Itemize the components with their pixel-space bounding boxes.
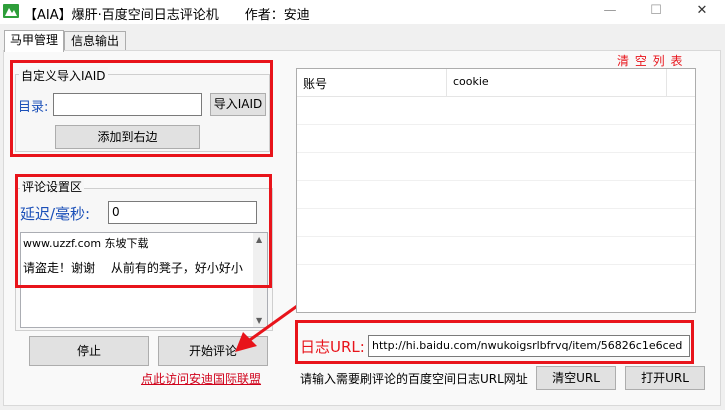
column-account-label: 账号 xyxy=(303,77,328,91)
clear-url-button[interactable]: 清空URL xyxy=(536,366,616,390)
column-cookie[interactable]: cookie xyxy=(447,69,667,96)
column-account[interactable]: 账号 xyxy=(297,69,447,96)
title-bar: 【AIA】爆肝·百度空间日志评论机 作者：安迪 — ☐ ✕ xyxy=(0,0,725,24)
window-title: 【AIA】爆肝·百度空间日志评论机 作者：安迪 xyxy=(24,8,310,23)
highlight-box-comment xyxy=(15,174,272,288)
app-icon xyxy=(3,4,19,18)
list-row-empty xyxy=(297,153,695,181)
account-list[interactable]: 账号 cookie xyxy=(296,68,696,313)
maximize-button[interactable]: ☐ xyxy=(633,0,679,24)
account-list-header: 账号 cookie xyxy=(297,69,695,97)
minimize-button[interactable]: — xyxy=(587,0,633,24)
list-row-empty xyxy=(297,181,695,209)
visit-alliance-link[interactable]: 点此访问安迪国际联盟 xyxy=(141,370,261,387)
url-hint: 请输入需要刷评论的百度空间日志URL网址 xyxy=(300,372,528,386)
open-url-button[interactable]: 打开URL xyxy=(625,366,705,390)
highlight-box-url xyxy=(295,320,694,364)
clear-list-link[interactable]: 清 空 列 表 xyxy=(617,52,683,69)
list-row-empty xyxy=(297,97,695,125)
highlight-box-import xyxy=(10,60,273,157)
list-row-empty xyxy=(297,209,695,237)
tab-info-output[interactable]: 信息输出 xyxy=(64,31,126,51)
stop-button[interactable]: 停止 xyxy=(29,336,149,366)
close-button[interactable]: ✕ xyxy=(679,0,725,24)
tab-account-management[interactable]: 马甲管理 xyxy=(4,30,64,52)
column-cookie-label: cookie xyxy=(453,75,489,88)
list-row-empty xyxy=(297,125,695,153)
list-row-empty xyxy=(297,237,695,265)
